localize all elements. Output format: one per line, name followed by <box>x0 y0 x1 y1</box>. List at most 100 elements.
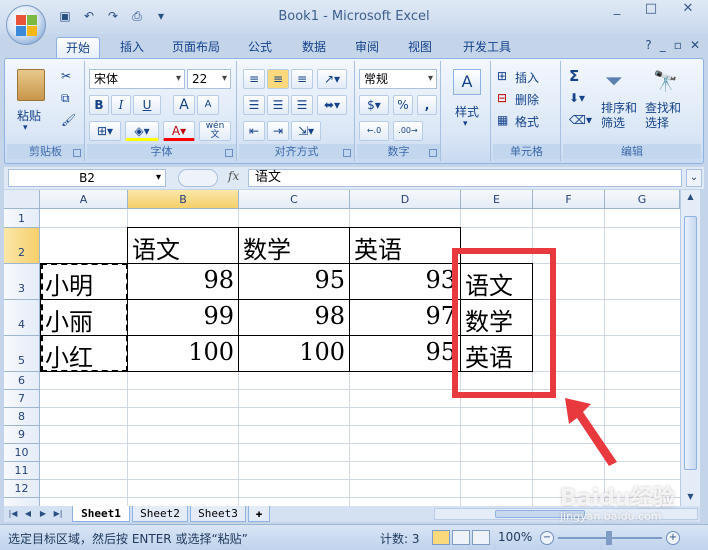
cell-b5[interactable]: 100 <box>128 338 238 366</box>
font-size-combo[interactable]: 22 <box>187 69 231 89</box>
increase-decimal-icon[interactable]: ←.0 <box>359 121 389 141</box>
vertical-scrollbar[interactable]: ▲ ▼ <box>680 190 700 506</box>
font-color-button[interactable]: A▾ <box>163 121 195 141</box>
page-layout-view-icon[interactable] <box>452 530 470 545</box>
cell-c3[interactable]: 95 <box>239 266 349 294</box>
wrap-text-icon[interactable]: ⇲▾ <box>291 121 321 141</box>
align-right-icon[interactable]: ☰ <box>291 95 313 115</box>
minimize-button[interactable]: _ <box>600 0 634 20</box>
fill-color-button[interactable]: ◈▾ <box>125 121 159 141</box>
zoom-slider[interactable]: − + <box>540 531 680 545</box>
sheet-tab-sheet3[interactable]: Sheet3 <box>190 506 246 522</box>
row-header-1[interactable]: 1 <box>4 209 40 228</box>
doc-restore-button[interactable]: ▫ <box>674 38 682 52</box>
tab-view[interactable]: 视图 <box>400 37 440 58</box>
delete-cells-button[interactable]: 删除 <box>515 91 539 108</box>
scroll-down-icon[interactable]: ▼ <box>684 492 697 504</box>
styles-dropdown-icon[interactable]: ▾ <box>463 119 468 129</box>
format-cells-button[interactable]: 格式 <box>515 113 539 130</box>
merge-center-icon[interactable]: ⬌▾ <box>317 95 347 115</box>
find-select-button[interactable]: 查找和 选择 <box>645 101 681 131</box>
insert-cells-button[interactable]: 插入 <box>515 69 539 86</box>
find-select-icon[interactable]: 🔭 <box>653 69 678 93</box>
sort-filter-button[interactable]: 排序和 筛选 <box>601 101 637 131</box>
tab-review[interactable]: 审阅 <box>347 37 387 58</box>
cell-d5[interactable]: 95 <box>350 338 460 366</box>
paste-icon[interactable] <box>17 69 45 101</box>
column-header-d[interactable]: D <box>350 190 461 209</box>
copy-icon[interactable]: ⧉ <box>61 91 70 106</box>
last-sheet-icon[interactable]: ▶| <box>51 507 65 520</box>
row-header-4[interactable]: 4 <box>4 300 40 336</box>
column-header-a[interactable]: A <box>40 190 128 209</box>
column-header-e[interactable]: E <box>461 190 533 209</box>
row-header-5[interactable]: 5 <box>4 336 40 372</box>
row-header-10[interactable]: 10 <box>4 444 40 462</box>
next-sheet-icon[interactable]: ▶ <box>36 507 50 520</box>
formula-input[interactable]: 语文 <box>248 169 682 187</box>
column-header-g[interactable]: G <box>605 190 680 209</box>
cell-c5[interactable]: 100 <box>239 338 349 366</box>
page-break-view-icon[interactable] <box>472 530 490 545</box>
increase-indent-icon[interactable]: ⇥ <box>267 121 289 141</box>
help-icon[interactable]: ? <box>645 38 651 52</box>
cell-b4[interactable]: 99 <box>128 302 238 330</box>
row-header-7[interactable]: 7 <box>4 390 40 408</box>
fill-icon[interactable]: ⬇▾ <box>569 91 585 105</box>
styles-icon[interactable]: A <box>453 69 481 95</box>
phonetic-button[interactable]: wén 文 <box>199 121 231 141</box>
align-center-icon[interactable]: ☰ <box>267 95 289 115</box>
font-dialog-launcher[interactable] <box>225 149 233 157</box>
tab-formulas[interactable]: 公式 <box>240 37 280 58</box>
scroll-up-icon[interactable]: ▲ <box>684 192 697 204</box>
format-cells-icon[interactable]: ▦ <box>497 113 508 127</box>
office-button[interactable] <box>6 5 46 45</box>
tab-page-layout[interactable]: 页面布局 <box>164 37 228 58</box>
insert-cells-icon[interactable]: ⊞ <box>497 69 507 83</box>
cell-b2[interactable]: 语文 <box>128 230 238 265</box>
align-left-icon[interactable]: ☰ <box>243 95 265 115</box>
format-painter-icon[interactable]: 🖌 <box>61 113 76 127</box>
tab-home[interactable]: 开始 <box>56 37 100 58</box>
normal-view-icon[interactable] <box>432 530 450 545</box>
zoom-out-icon[interactable]: − <box>540 531 554 545</box>
delete-cells-icon[interactable]: ⊟ <box>497 91 507 105</box>
tab-data[interactable]: 数据 <box>294 37 334 58</box>
sheet-tab-sheet1[interactable]: Sheet1 <box>72 506 130 522</box>
row-header-13[interactable] <box>4 498 40 506</box>
cell-d3[interactable]: 93 <box>350 266 460 294</box>
maximize-button[interactable]: □ <box>634 0 668 20</box>
cell-b3[interactable]: 98 <box>128 266 238 294</box>
close-button[interactable]: ✕ <box>668 0 708 20</box>
row-header-8[interactable]: 8 <box>4 408 40 426</box>
middle-align-icon[interactable]: ≡ <box>267 69 289 89</box>
clipboard-dialog-launcher[interactable] <box>73 149 81 157</box>
first-sheet-icon[interactable]: |◀ <box>6 507 20 520</box>
bottom-align-icon[interactable]: ≡ <box>291 69 313 89</box>
paste-dropdown-icon[interactable]: ▾ <box>23 123 28 133</box>
formula-bar-handle[interactable] <box>178 169 218 187</box>
sheet-tab-sheet2[interactable]: Sheet2 <box>132 506 188 522</box>
vertical-scroll-thumb[interactable] <box>684 216 697 470</box>
cut-icon[interactable]: ✂ <box>61 69 71 83</box>
alignment-dialog-launcher[interactable] <box>343 149 351 157</box>
tab-insert[interactable]: 插入 <box>112 37 152 58</box>
percent-button[interactable]: % <box>393 95 413 115</box>
cell-a5[interactable]: 小红 <box>41 338 127 373</box>
column-header-c[interactable]: C <box>239 190 350 209</box>
zoom-knob[interactable] <box>606 531 612 545</box>
number-format-combo[interactable]: 常规 <box>359 69 437 89</box>
orientation-icon[interactable]: ↗▾ <box>317 69 347 89</box>
borders-button[interactable]: ⊞▾ <box>89 121 121 141</box>
cell-d4[interactable]: 97 <box>350 302 460 330</box>
row-header-6[interactable]: 6 <box>4 372 40 390</box>
zoom-level[interactable]: 100% <box>498 530 532 544</box>
decrease-decimal-icon[interactable]: .00→ <box>393 121 423 141</box>
grow-font-button[interactable]: A <box>173 95 195 115</box>
currency-icon[interactable]: $▾ <box>359 95 389 115</box>
insert-function-icon[interactable]: fx <box>228 169 239 183</box>
underline-button[interactable]: U <box>133 95 161 115</box>
row-header-12[interactable]: 12 <box>4 480 40 498</box>
comma-button[interactable]: , <box>417 95 437 115</box>
doc-close-button[interactable]: ✕ <box>690 38 700 52</box>
